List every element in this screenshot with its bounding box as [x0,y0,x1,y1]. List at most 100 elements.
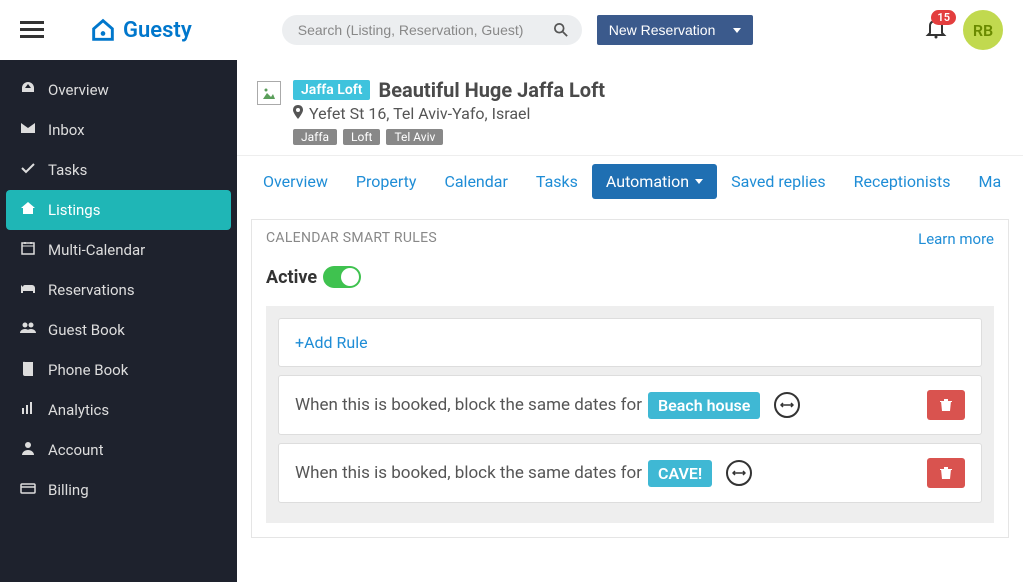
sidebar-item-label: Multi-Calendar [48,241,145,259]
search-wrap [282,15,582,45]
notifications-button[interactable]: 15 [924,16,948,44]
sidebar-item-multi-calendar[interactable]: Multi-Calendar [0,230,237,270]
home-icon [20,200,44,220]
bed-icon [20,280,44,300]
add-rule-label: +Add Rule [295,333,368,352]
rules-container: +Add Rule When this is booked, block the… [266,306,994,523]
chevron-down-icon [695,179,703,184]
notification-badge: 15 [931,10,956,25]
search-icon[interactable] [554,22,568,41]
tab-overview[interactable]: Overview [249,164,342,199]
smart-rules-panel: CALENDAR SMART RULES Learn more Active +… [251,219,1009,538]
brand-logo[interactable]: Guesty [89,16,192,44]
sidebar: Overview Inbox Tasks Listings Multi-Calendar… [0,60,237,582]
listing-thumbnail[interactable] [257,81,281,105]
sidebar-item-reservations[interactable]: Reservations [0,270,237,310]
sidebar-item-overview[interactable]: Overview [0,70,237,110]
sidebar-item-inbox[interactable]: Inbox [0,110,237,150]
tag-row: Jaffa Loft Tel Aviv [293,129,605,145]
linked-listing-badge[interactable]: Beach house [648,392,760,419]
tachometer-icon [20,80,44,100]
header-right: 15 RB [924,10,1003,50]
chevron-down-icon [733,28,741,33]
tab-automation[interactable]: Automation [592,164,717,199]
book-icon [20,360,44,380]
broken-image-icon [261,85,277,101]
new-reservation-label: New Reservation [609,22,716,38]
linked-listing-badge[interactable]: CAVE! [648,460,712,487]
listing-tag: Loft [343,129,380,145]
sidebar-item-label: Analytics [48,401,109,419]
delete-rule-button[interactable] [927,458,965,488]
learn-more-link[interactable]: Learn more [918,230,994,248]
sidebar-item-tasks[interactable]: Tasks [0,150,237,190]
sidebar-item-listings[interactable]: Listings [6,190,231,230]
listing-tag: Jaffa [293,129,337,145]
sidebar-item-label: Overview [48,81,109,99]
listing-header: Jaffa Loft Beautiful Huge Jaffa Loft Yef… [237,60,1023,155]
rule-text: When this is booked, block the same date… [295,395,642,415]
listing-nickname-badge: Jaffa Loft [293,80,370,100]
listing-address-text: Yefet St 16, Tel Aviv-Yafo, Israel [309,104,530,123]
active-toggle[interactable] [323,266,361,288]
envelope-icon [20,120,44,140]
swap-icon[interactable] [726,460,752,486]
sidebar-item-label: Inbox [48,121,85,139]
swap-icon[interactable] [774,392,800,418]
bars-icon [20,400,44,420]
sidebar-item-label: Guest Book [48,321,125,339]
sidebar-item-guest-book[interactable]: Guest Book [0,310,237,350]
check-icon [20,160,44,180]
trash-icon [940,398,952,412]
rule-card: When this is booked, block the same date… [278,375,982,435]
tab-label: Calendar [444,172,507,191]
tab-label: Automation [606,172,689,191]
tab-label: Property [356,172,417,191]
tab-label: Overview [263,172,328,191]
delete-rule-button[interactable] [927,390,965,420]
panel-title: CALENDAR SMART RULES [266,230,437,248]
sidebar-item-label: Billing [48,481,89,499]
sidebar-item-label: Tasks [48,161,87,179]
avatar[interactable]: RB [963,10,1003,50]
card-icon [20,480,44,500]
add-rule-button[interactable]: +Add Rule [278,318,982,367]
house-icon [89,16,117,44]
listing-tag: Tel Aviv [386,129,443,145]
tab-label: Receptionists [854,172,951,191]
tab-receptionists[interactable]: Receptionists [840,164,965,199]
sidebar-item-label: Phone Book [48,361,128,379]
avatar-initials: RB [973,21,993,40]
trash-icon [940,466,952,480]
listing-tabs: Overview Property Calendar Tasks Automation S… [237,155,1023,199]
tab-tasks[interactable]: Tasks [522,164,592,199]
tab-ma[interactable]: Ma [965,164,1016,199]
calendar-icon [20,240,44,260]
tab-label: Tasks [536,172,578,191]
toggle-knob [341,268,359,286]
sidebar-item-label: Account [48,441,104,459]
main-content: Jaffa Loft Beautiful Huge Jaffa Loft Yef… [237,60,1023,582]
listing-title: Beautiful Huge Jaffa Loft [378,78,605,102]
map-pin-icon [293,104,307,123]
sidebar-item-analytics[interactable]: Analytics [0,390,237,430]
tab-label: Saved replies [731,172,825,191]
sidebar-item-label: Listings [48,201,100,219]
tab-label: Ma [979,172,1002,191]
brand-name: Guesty [123,18,192,43]
top-header: Guesty New Reservation 15 RB [0,0,1023,60]
sidebar-item-phone-book[interactable]: Phone Book [0,350,237,390]
sidebar-item-billing[interactable]: Billing [0,470,237,510]
hamburger-menu-icon[interactable] [20,21,44,39]
new-reservation-button[interactable]: New Reservation [597,15,754,45]
tab-calendar[interactable]: Calendar [430,164,521,199]
rule-card: When this is booked, block the same date… [278,443,982,503]
sidebar-item-account[interactable]: Account [0,430,237,470]
listing-address: Yefet St 16, Tel Aviv-Yafo, Israel [293,104,605,123]
sidebar-item-label: Reservations [48,281,135,299]
search-input[interactable] [282,15,582,45]
active-label: Active [266,267,317,288]
tab-saved-replies[interactable]: Saved replies [717,164,839,199]
tab-property[interactable]: Property [342,164,431,199]
user-icon [20,440,44,460]
